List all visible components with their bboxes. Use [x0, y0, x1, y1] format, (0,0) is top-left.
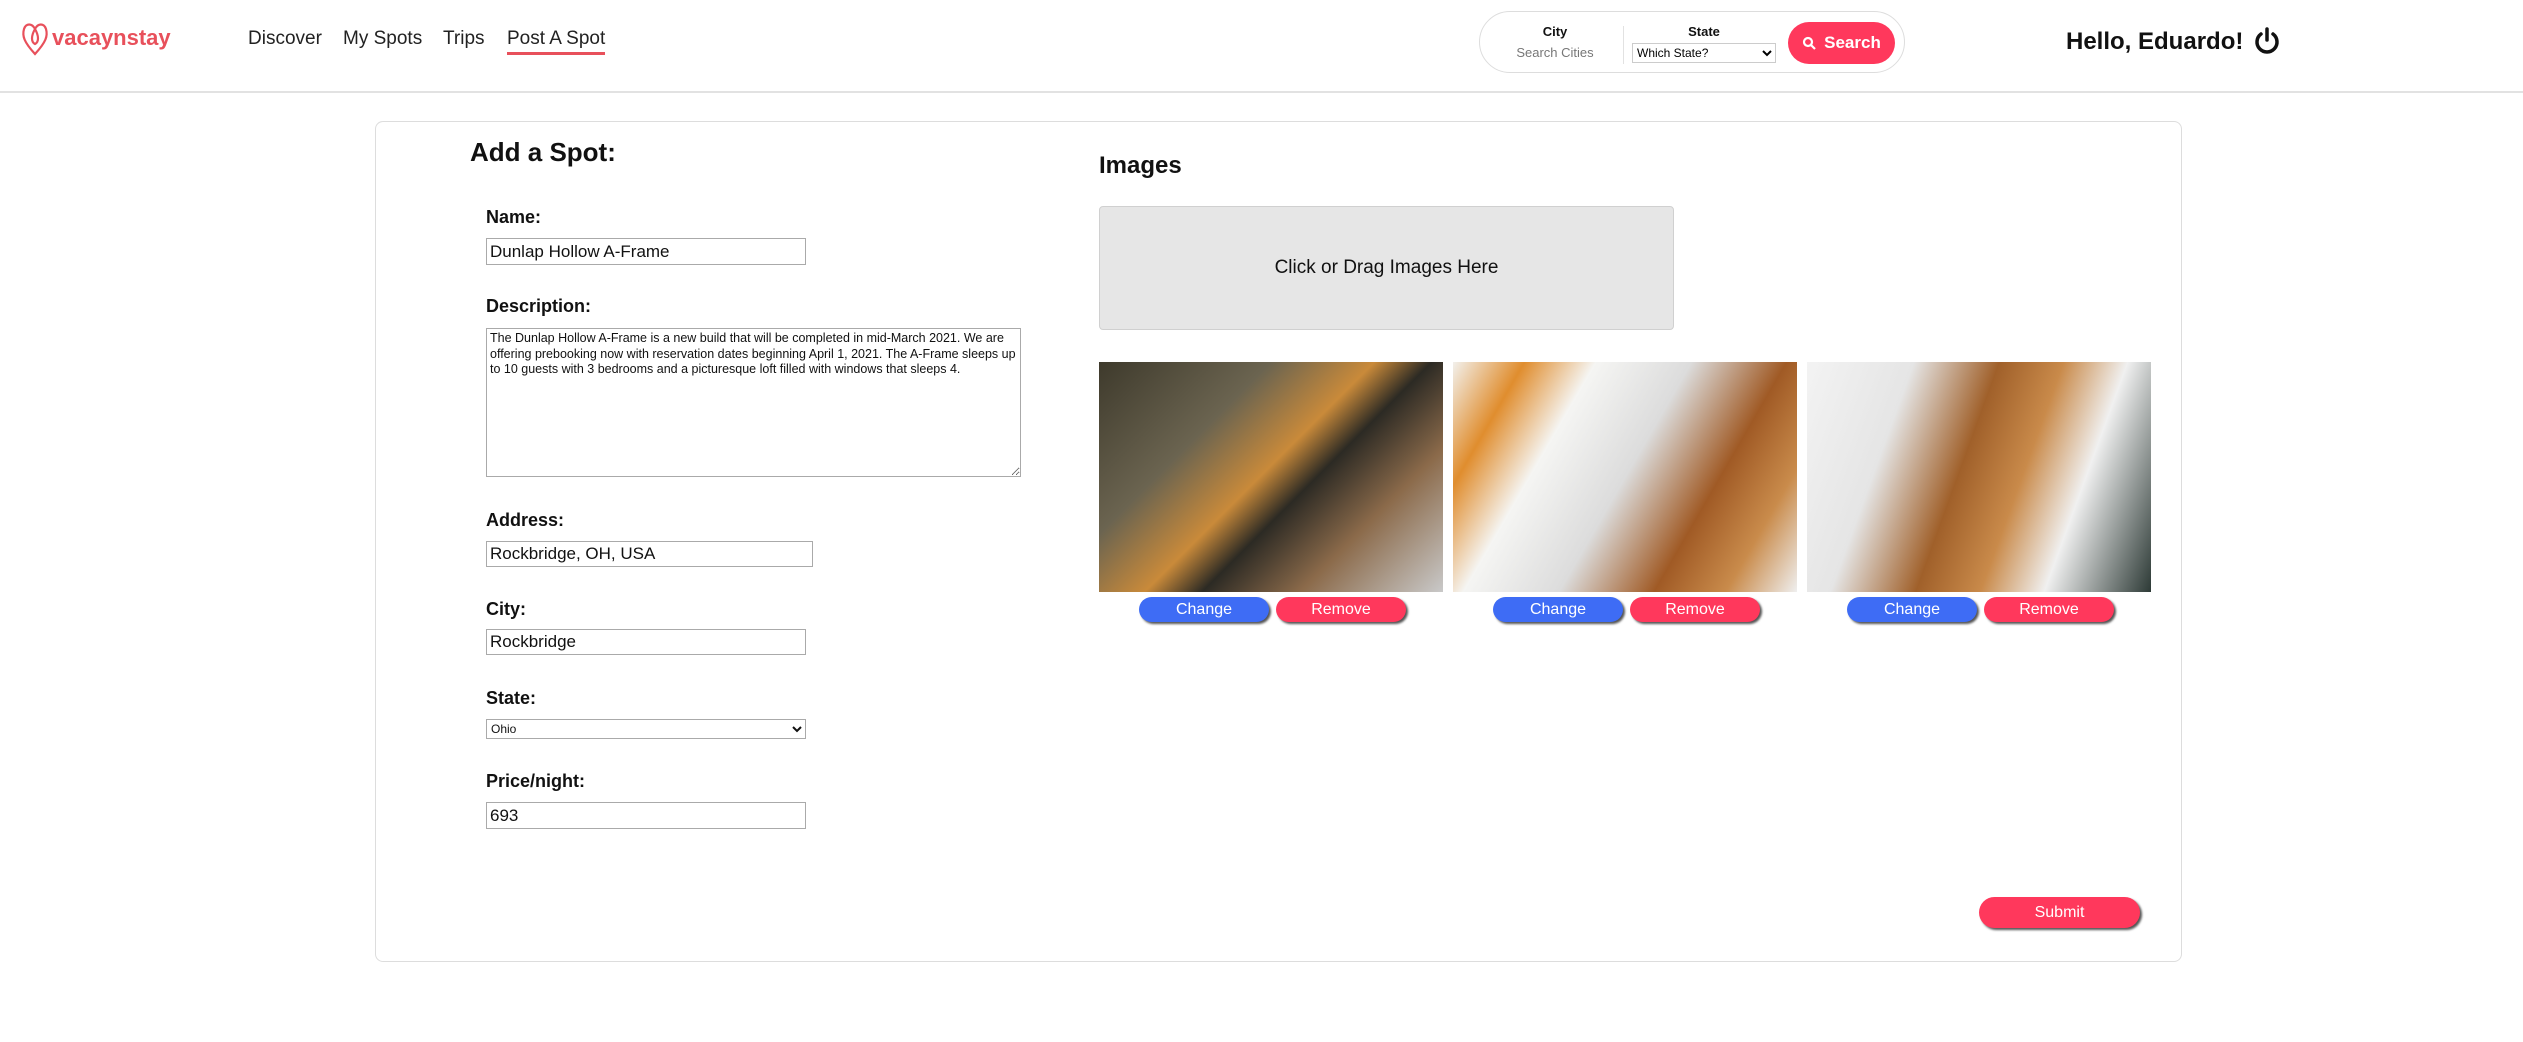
price-label: Price/night:	[486, 771, 586, 791]
search-button-label: Search	[1824, 33, 1881, 52]
logo[interactable]: vacaynstay	[20, 20, 171, 56]
search-button[interactable]: Search	[1788, 22, 1895, 64]
address-field[interactable]	[486, 541, 813, 567]
remove-image-1-button[interactable]: Remove	[1276, 597, 1406, 622]
remove-image-3-button[interactable]: Remove	[1984, 597, 2114, 622]
state-label: State:	[486, 688, 537, 708]
description-label: Description:	[486, 296, 592, 316]
nav-discover[interactable]: Discover	[248, 28, 322, 50]
city-label: City	[1542, 24, 1568, 39]
top-nav: vacaynstay Discover My Spots Trips Post …	[0, 0, 2523, 93]
state-select[interactable]: Which State?	[1632, 43, 1776, 63]
city-search[interactable]: City Search Cities	[1500, 24, 1610, 60]
search-bar: City Search Cities State Which State? Se…	[1479, 11, 1905, 73]
greeting: Hello, Eduardo!	[2066, 28, 2244, 55]
change-image-2-button[interactable]: Change	[1493, 597, 1623, 622]
divider	[1623, 26, 1624, 64]
name-field[interactable]	[486, 238, 806, 265]
state-field[interactable]: Ohio	[486, 719, 806, 739]
spot-image-1	[1099, 362, 1443, 592]
spot-image-2	[1453, 362, 1797, 592]
city-search-input[interactable]: Search Cities	[1500, 45, 1610, 60]
name-label: Name:	[486, 207, 542, 227]
nav-trips[interactable]: Trips	[443, 28, 485, 50]
submit-button[interactable]: Submit	[1979, 897, 2140, 928]
change-image-3-button[interactable]: Change	[1847, 597, 1977, 622]
remove-image-2-button[interactable]: Remove	[1630, 597, 1760, 622]
nav-my-spots[interactable]: My Spots	[343, 28, 422, 50]
images-heading: Images	[1099, 152, 1182, 179]
image-dropzone[interactable]: Click or Drag Images Here	[1099, 206, 1674, 330]
description-field[interactable]: The Dunlap Hollow A-Frame is a new build…	[486, 328, 1021, 477]
nav-post-a-spot[interactable]: Post A Spot	[507, 28, 606, 55]
city-label: City:	[486, 599, 526, 619]
city-field[interactable]	[486, 629, 806, 655]
change-image-1-button[interactable]: Change	[1139, 597, 1269, 622]
spot-image-3	[1807, 362, 2151, 592]
logo-text: vacaynstay	[52, 25, 171, 50]
page-title: Add a Spot:	[470, 137, 616, 167]
power-icon[interactable]	[2252, 26, 2282, 56]
search-icon	[1803, 36, 1816, 50]
logo-icon	[22, 23, 48, 56]
price-field[interactable]	[486, 802, 806, 829]
state-label: State	[1688, 24, 1720, 39]
address-label: Address:	[486, 510, 565, 530]
